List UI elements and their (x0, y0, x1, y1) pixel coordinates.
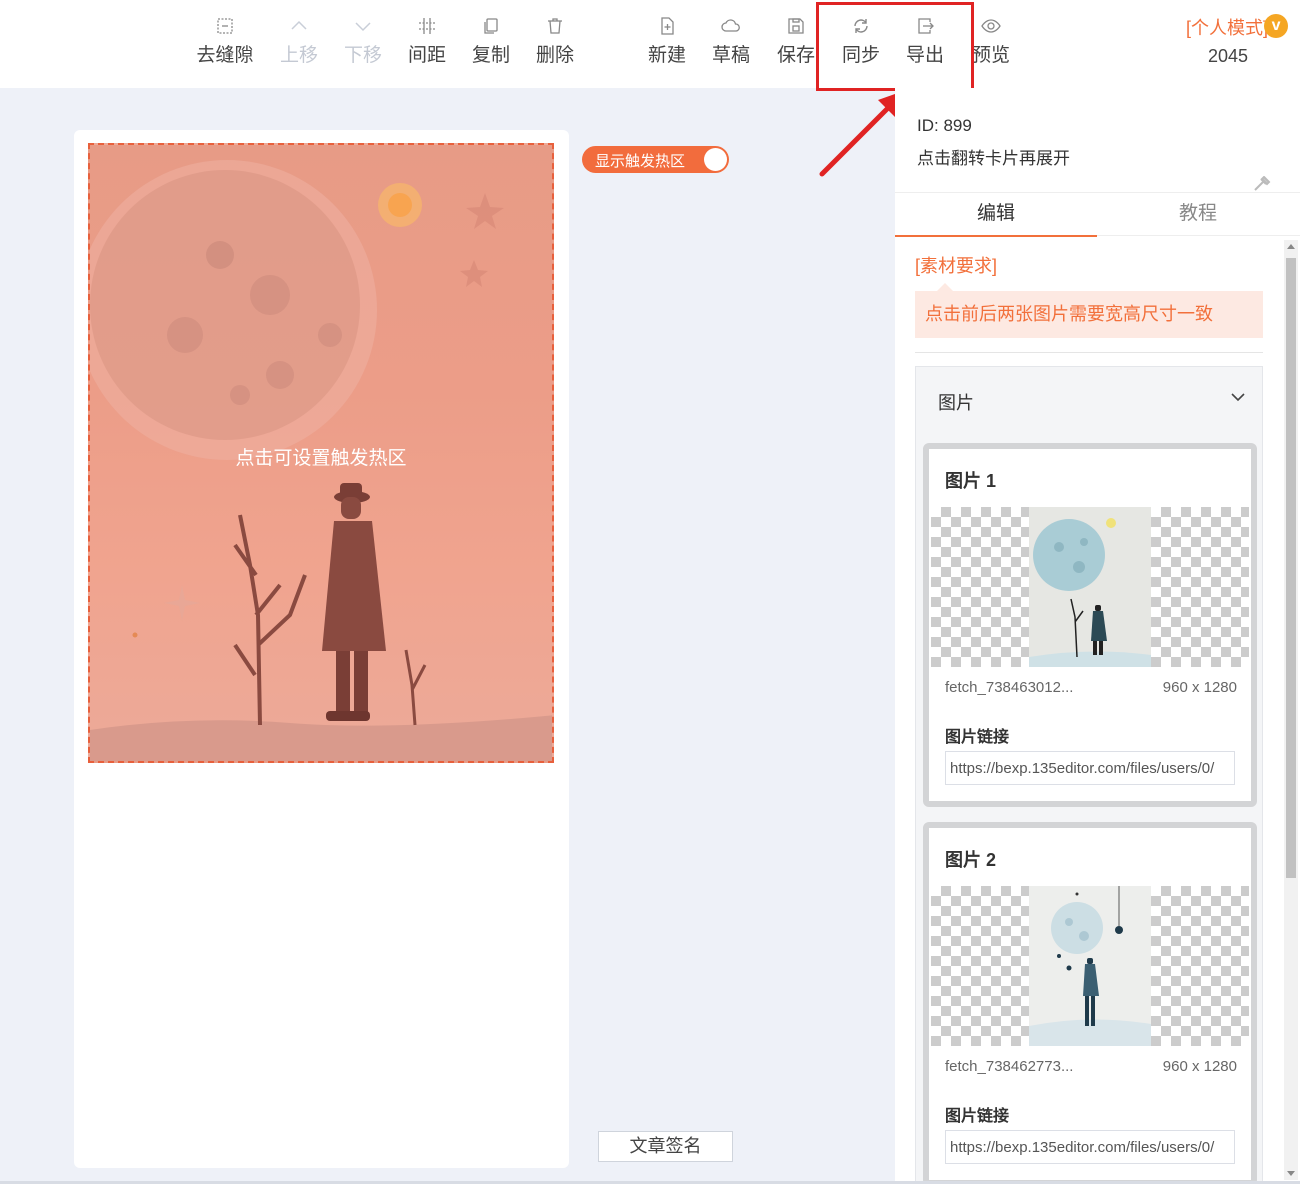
images-section-header[interactable]: 图片 (916, 367, 1262, 431)
hotspot-area[interactable]: 点击可设置触发热区 (88, 143, 554, 763)
scroll-down-icon[interactable] (1287, 1171, 1295, 1176)
toggle-knob (704, 148, 727, 171)
new-button[interactable]: 新建 (637, 12, 697, 67)
remove-gap-button[interactable]: 去缝隙 (195, 12, 255, 67)
image-size-2: 960 x 1280 (1162, 1058, 1237, 1075)
copy-button[interactable]: 复制 (461, 12, 521, 67)
image-size-1: 960 x 1280 (1162, 679, 1237, 696)
tab-tutorial[interactable]: 教程 (1097, 193, 1299, 237)
requirements-note: 点击前后两张图片需要宽高尺寸一致 (915, 283, 1263, 338)
divider (915, 352, 1263, 353)
chevron-down-icon (333, 12, 393, 40)
scroll-up-icon[interactable] (1287, 244, 1295, 249)
draft-button[interactable]: 草稿 (701, 12, 761, 67)
personal-mode-link[interactable]: [个人模式] v (1186, 14, 1289, 40)
image-link-label-1: 图片链接 (945, 729, 1010, 746)
top-toolbar: 去缝隙 上移 下移 间距 复制 删除 新建 草稿 保存 同步 导出 预览 [个人… (0, 0, 1300, 88)
image-filename-1: fetch_738463012... (945, 679, 1074, 696)
spacing-button[interactable]: 间距 (397, 12, 457, 67)
new-file-icon (637, 12, 697, 40)
properties-panel: ID: 899 点击翻转卡片再展开 编辑 教程 [素材要求] 点击前后两张图片需… (895, 88, 1300, 1184)
user-count: 2045 (1208, 46, 1249, 66)
tab-edit[interactable]: 编辑 (895, 193, 1097, 237)
images-section: 图片 图片 1 fetch_738463012... 960 x 1280 图片… (915, 366, 1263, 1184)
article-signature-button[interactable]: 文章签名 (598, 1131, 733, 1162)
trash-icon (525, 12, 585, 40)
move-up-button[interactable]: 上移 (269, 12, 329, 67)
move-down-button[interactable]: 下移 (333, 12, 393, 67)
vip-badge-icon: v (1264, 14, 1289, 38)
panel-scrollbar[interactable] (1284, 240, 1298, 1180)
chevron-down-icon (1230, 389, 1246, 410)
scrollbar-thumb[interactable] (1286, 258, 1296, 878)
image-filename-2: fetch_738462773... (945, 1058, 1074, 1075)
requirements-title: [素材要求] (915, 256, 998, 276)
component-description: 点击翻转卡片再展开 (917, 149, 1070, 168)
image-thumbnail-1 (1029, 507, 1151, 667)
image-preview-1[interactable] (931, 507, 1249, 667)
highlight-box (816, 2, 974, 91)
component-id: ID: 899 (917, 116, 972, 135)
image-thumbnail-2 (1029, 886, 1151, 1046)
image-card-1: 图片 1 fetch_738463012... 960 x 1280 图片链接 … (923, 443, 1257, 807)
image-preview-2[interactable] (931, 886, 1249, 1046)
delete-button[interactable]: 删除 (525, 12, 585, 67)
image-card-2: 图片 2 fetch_738462773... 960 x 1280 图片链接 … (923, 822, 1257, 1184)
copy-icon (461, 12, 521, 40)
spacing-icon (397, 12, 457, 40)
image-link-label-2: 图片链接 (945, 1108, 1010, 1125)
gap-remove-icon (195, 12, 255, 40)
image-link-input-1[interactable] (945, 751, 1235, 785)
image-link-input-2[interactable] (945, 1130, 1235, 1164)
show-hotspot-toggle[interactable]: 显示触发热区 (582, 146, 729, 173)
hotspot-hint: 点击可设置触发热区 (235, 448, 407, 469)
chevron-up-icon (269, 12, 329, 40)
cloud-icon (701, 12, 761, 40)
panel-tabs: 编辑 教程 (895, 192, 1300, 237)
